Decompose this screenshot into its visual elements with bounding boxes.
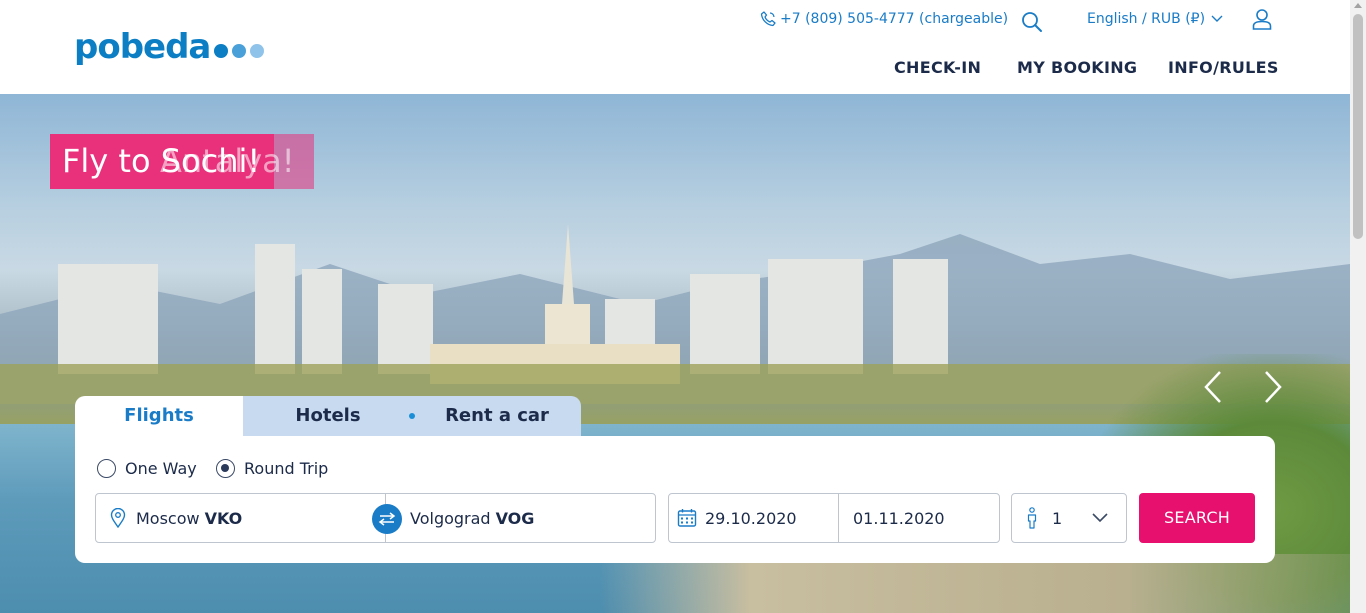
- tab-hotels[interactable]: Hotels: [243, 396, 413, 436]
- return-date: 01.11.2020: [853, 508, 945, 528]
- site-header: pobeda +7 (809) 505-4777 (chargeable) En…: [0, 0, 1350, 94]
- header-search-button[interactable]: [1021, 11, 1043, 37]
- round-trip-label: Round Trip: [244, 459, 329, 478]
- origin-code: VKO: [204, 508, 243, 528]
- phone-number: +7 (809) 505-4777 (chargeable): [780, 11, 1009, 27]
- carousel-next-button[interactable]: [1258, 370, 1288, 404]
- departure-date: 29.10.2020: [705, 508, 797, 528]
- language-currency-selector[interactable]: English / RUB (₽): [1087, 11, 1223, 27]
- promo-ghost-title: Antalya!: [160, 142, 295, 180]
- departure-date-input[interactable]: 29.10.2020: [669, 494, 839, 542]
- pobeda-logo[interactable]: pobeda: [74, 27, 265, 67]
- user-icon: [1252, 9, 1272, 30]
- destination-city: Volgograd: [410, 508, 491, 528]
- language-currency-label: English / RUB (₽): [1087, 11, 1206, 27]
- nav-info-rules[interactable]: INFO/RULES: [1168, 58, 1279, 77]
- passengers-selector[interactable]: 1: [1011, 493, 1127, 543]
- search-flights-button[interactable]: SEARCH: [1139, 493, 1255, 543]
- passenger-icon: [1027, 507, 1037, 529]
- chevron-down-icon: [1211, 15, 1223, 22]
- origin-input[interactable]: Moscow VKO: [96, 494, 386, 542]
- carousel-prev-button[interactable]: [1198, 370, 1228, 404]
- nav-my-booking[interactable]: MY BOOKING: [1017, 58, 1137, 77]
- tab-rent-a-car[interactable]: Rent a car: [413, 396, 581, 436]
- logo-dot: [250, 44, 265, 58]
- flight-search-panel: One Way Round Trip Moscow VKO Volgograd …: [75, 436, 1275, 563]
- radio-button[interactable]: [97, 459, 116, 478]
- chevron-down-icon: [1092, 513, 1108, 523]
- user-account-button[interactable]: [1252, 8, 1272, 34]
- search-icon: [1022, 12, 1042, 32]
- round-trip-radio[interactable]: Round Trip: [216, 459, 328, 478]
- one-way-label: One Way: [125, 459, 197, 478]
- calendar-icon: [677, 509, 697, 527]
- logo-dot: [214, 44, 229, 58]
- radio-button-checked[interactable]: [216, 459, 235, 478]
- nav-checkin[interactable]: CHECK-IN: [894, 58, 981, 77]
- phone-icon: [760, 11, 776, 27]
- chevron-left-icon: [1204, 371, 1221, 403]
- phone-link[interactable]: +7 (809) 505-4777 (chargeable): [760, 11, 1008, 27]
- one-way-radio[interactable]: One Way: [97, 459, 197, 478]
- booking-tabs: Flights Hotels Rent a car: [75, 396, 581, 436]
- promo-banner[interactable]: Fly to Sochi! Antalya!: [50, 134, 314, 189]
- origin-city: Moscow: [136, 508, 200, 528]
- dates-field: 29.10.2020 01.11.2020: [668, 493, 1000, 543]
- page-scrollbar[interactable]: [1350, 0, 1366, 613]
- return-date-input[interactable]: 01.11.2020: [839, 494, 999, 542]
- logo-text: pobeda: [74, 27, 211, 67]
- scroll-up-arrow-icon[interactable]: [1354, 3, 1362, 8]
- destination-input[interactable]: Volgograd VOG: [386, 494, 656, 542]
- chevron-right-icon: [1265, 371, 1282, 403]
- logo-dot: [232, 44, 247, 58]
- scrollbar-thumb[interactable]: [1353, 14, 1363, 239]
- route-field: Moscow VKO Volgograd VOG: [95, 493, 656, 543]
- destination-code: VOG: [495, 508, 535, 528]
- location-pin-icon: [110, 508, 126, 528]
- tab-flights[interactable]: Flights: [75, 396, 243, 436]
- passenger-count: 1: [1052, 508, 1063, 528]
